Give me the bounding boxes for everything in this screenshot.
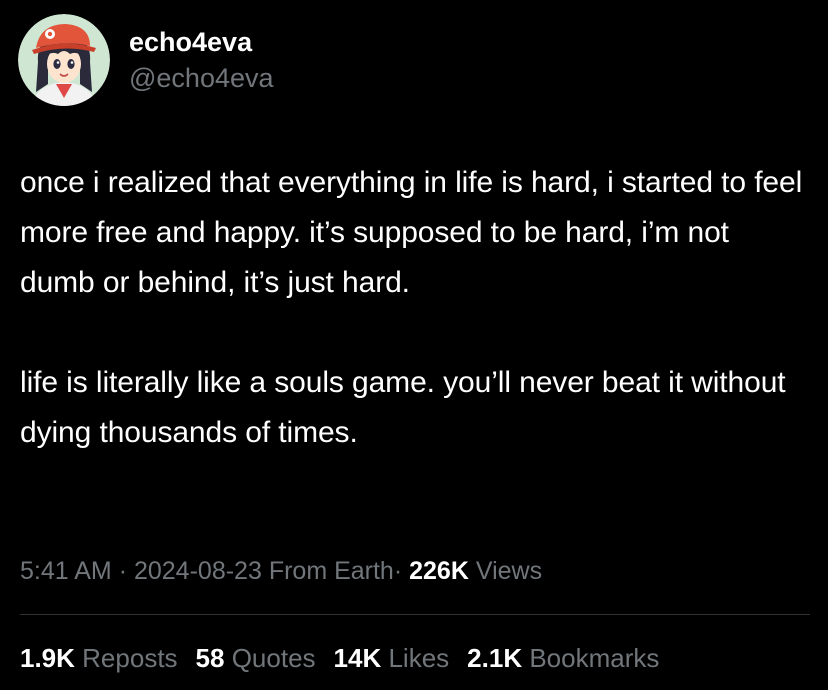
tweet-meta: 5:41 AM · 2024-08-23 From Earth· 226K Vi… [20,553,542,589]
meta-separator: · [118,557,128,585]
tweet-header: echo4eva @echo4eva [18,12,274,108]
bookmarks-label: Bookmarks [529,643,660,673]
meta-separator: · [393,557,403,585]
tweet-time[interactable]: 5:41 AM [20,557,112,585]
tweet-stats: 1.9K Reposts 58 Quotes 14K Likes 2.1K Bo… [20,640,659,676]
tweet-source: From Earth [268,557,394,585]
tweet-paragraph: once i realized that everything in life … [20,166,811,299]
quotes-label: Quotes [231,643,316,673]
reposts-label: Reposts [82,643,178,673]
likes-stat[interactable]: 14K Likes [334,640,450,676]
views-label: Views [475,557,543,585]
quotes-count: 58 [195,643,225,673]
bookmarks-stat[interactable]: 2.1K Bookmarks [467,640,659,676]
user-handle[interactable]: @echo4eva [129,61,274,95]
anime-girl-avatar-icon [18,14,110,106]
tweet-date[interactable]: 2024-08-23 [134,557,262,585]
likes-label: Likes [388,643,450,673]
avatar[interactable] [18,14,110,106]
tweet-text: once i realized that everything in life … [20,158,810,458]
likes-count: 14K [333,643,382,673]
bookmarks-count: 2.1K [467,643,523,673]
tweet-card: echo4eva @echo4eva once i realized that … [0,0,828,690]
reposts-count: 1.9K [20,643,75,673]
author-names: echo4eva @echo4eva [129,25,274,95]
quotes-stat[interactable]: 58 Quotes [196,640,316,676]
divider [20,614,810,615]
tweet-paragraph: life is literally like a souls game. you… [20,366,794,449]
display-name[interactable]: echo4eva [129,25,274,59]
reposts-stat[interactable]: 1.9K Reposts [20,640,178,676]
views-count[interactable]: 226K [409,557,469,585]
